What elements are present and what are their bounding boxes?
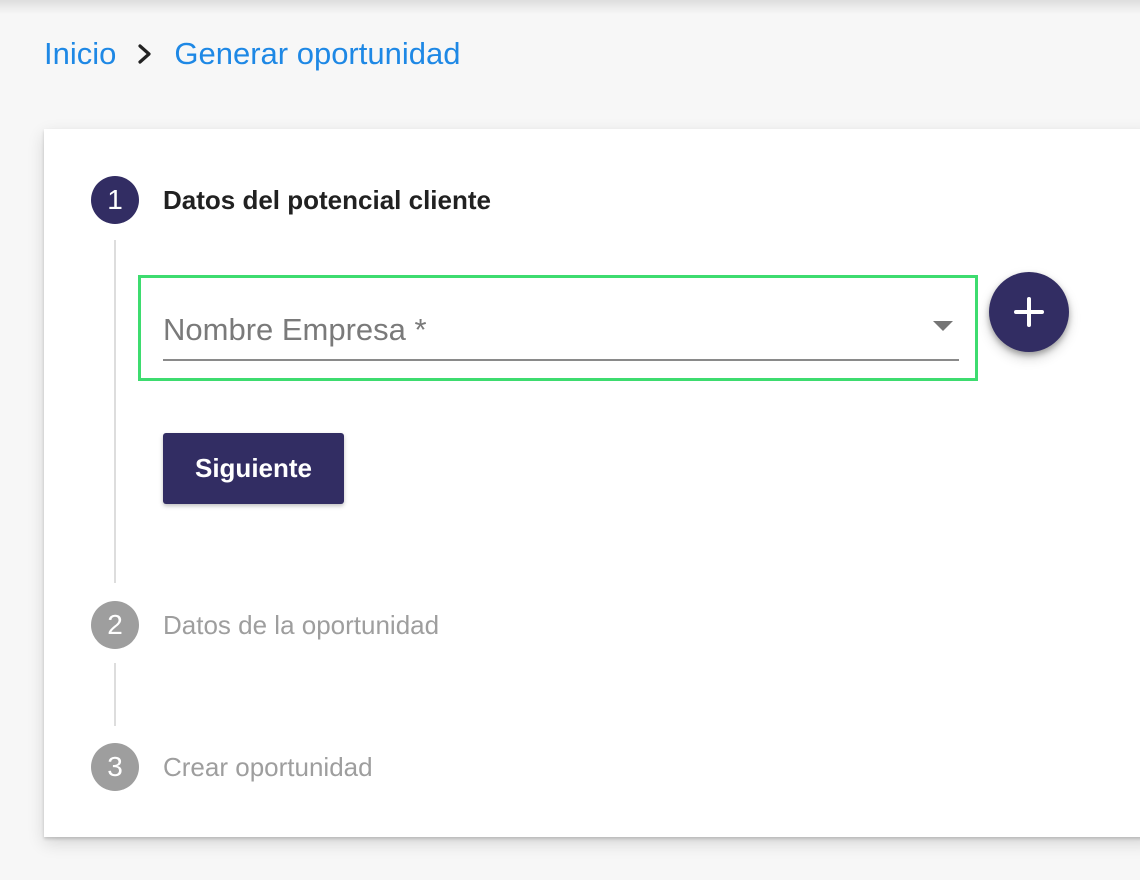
- top-bar-shadow: [0, 0, 1140, 14]
- plus-icon: [1014, 297, 1044, 327]
- add-company-button[interactable]: [989, 272, 1069, 352]
- company-name-field[interactable]: Nombre Empresa *: [138, 275, 978, 381]
- caret-down-icon[interactable]: [933, 321, 953, 331]
- step-connector-line: [114, 663, 116, 726]
- step-2-title[interactable]: Datos de la oportunidad: [163, 608, 439, 642]
- company-name-label: Nombre Empresa *: [163, 312, 427, 347]
- breadcrumb: Inicio Generar oportunidad: [44, 34, 460, 74]
- step-1-title[interactable]: Datos del potencial cliente: [163, 183, 491, 217]
- step-connector-line: [114, 240, 116, 583]
- field-underline: [163, 359, 959, 361]
- step-3-title[interactable]: Crear oportunidad: [163, 750, 373, 784]
- breadcrumb-current-link[interactable]: Generar oportunidad: [174, 34, 460, 74]
- next-button[interactable]: Siguiente: [163, 433, 344, 504]
- step-2-number[interactable]: 2: [91, 601, 139, 649]
- breadcrumb-home-link[interactable]: Inicio: [44, 34, 116, 74]
- step-3-number[interactable]: 3: [91, 743, 139, 791]
- step-1-number[interactable]: 1: [91, 176, 139, 224]
- stepper-card: 1 Datos del potencial cliente Nombre Emp…: [44, 129, 1140, 837]
- chevron-right-icon: [116, 34, 174, 74]
